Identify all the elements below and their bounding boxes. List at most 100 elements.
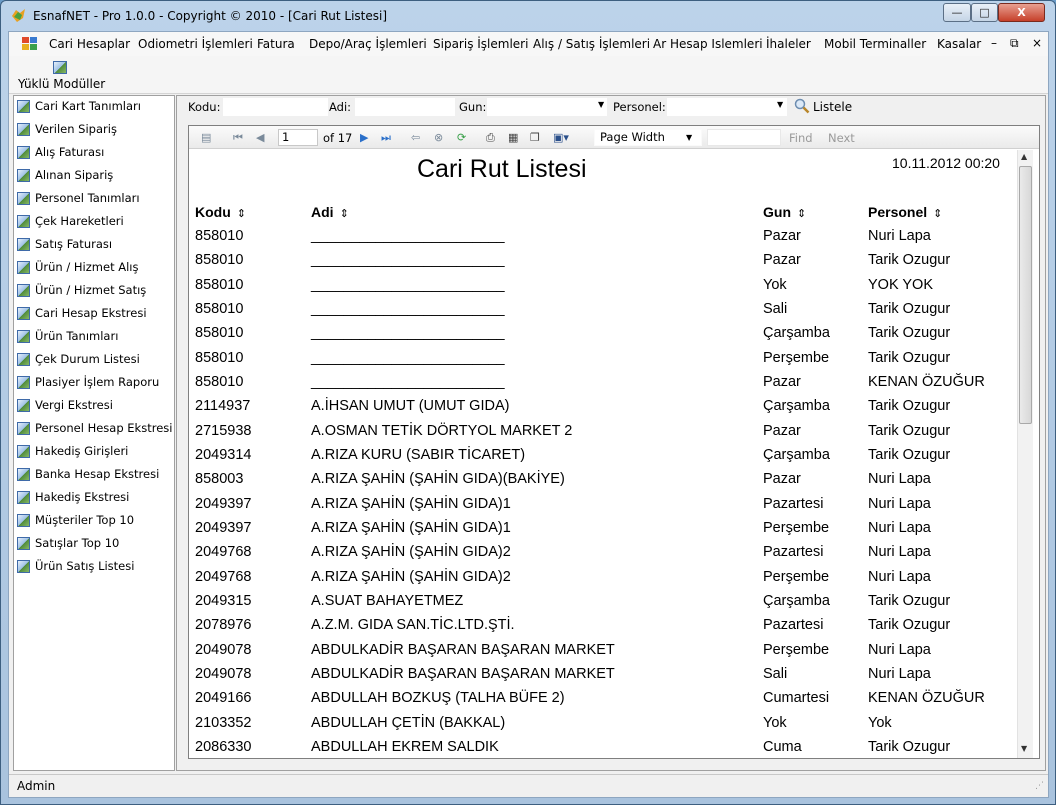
report-date: 10.11.2012 00:20: [892, 155, 1000, 171]
modules-icon[interactable]: [53, 61, 67, 74]
cell-adi: ABDULLAH BOZKUŞ (TALHA BÜFE 2): [311, 690, 565, 706]
chevron-down-icon[interactable]: ▼: [777, 100, 783, 109]
menu-siparis-islemleri[interactable]: Sipariş İşlemleri: [433, 37, 528, 51]
sidebar-item-alis-faturasi[interactable]: Alış Faturası: [14, 143, 174, 165]
sidebar-item-personel-tanimlari[interactable]: Personel Tanımları: [14, 189, 174, 211]
column-header-kodu[interactable]: Kodu ⇕: [195, 204, 246, 220]
vertical-scrollbar[interactable]: ▲ ▼: [1017, 150, 1033, 758]
column-header-adi[interactable]: Adi ⇕: [311, 204, 349, 220]
first-page-icon[interactable]: ⏮: [233, 131, 243, 145]
client-area: Cari Hesaplar Odiometri İşlemleri Fatura…: [8, 31, 1049, 798]
sidebar-item-banka-hesap-ekstresi[interactable]: Banka Hesap Ekstresi: [14, 465, 174, 487]
loaded-modules-button[interactable]: Yüklü Modüller: [18, 77, 105, 91]
cell-gun: Yok: [763, 277, 787, 293]
next-page-icon[interactable]: ▶: [360, 131, 368, 144]
chevron-down-icon[interactable]: ▼: [598, 100, 604, 109]
sidebar-item-alinan-siparis[interactable]: Alınan Sipariş: [14, 166, 174, 188]
mdi-restore-button[interactable]: ⧉: [1010, 36, 1019, 51]
menu-fatura[interactable]: Fatura: [257, 37, 295, 51]
stop-icon[interactable]: ⊗: [434, 131, 443, 144]
find-next-button[interactable]: Next: [828, 131, 855, 145]
sidebar-item-hakedis-girisleri[interactable]: Hakediş Girişleri: [14, 442, 174, 464]
close-button[interactable]: X: [998, 3, 1045, 22]
previous-page-icon[interactable]: ◀: [256, 131, 264, 144]
sort-icon[interactable]: ⇕: [237, 208, 246, 220]
table-row: 2049768 A.RIZA ŞAHİN (ŞAHİN GIDA)2 Pazarte…: [189, 544, 1016, 568]
resize-grip-icon[interactable]: ⋰: [1035, 781, 1044, 791]
menu-ihaleler[interactable]: İhaleler: [766, 37, 811, 51]
sidebar-item-cek-durum-listesi[interactable]: Çek Durum Listesi: [14, 350, 174, 372]
sidebar-item-musteriler-top-10[interactable]: Müşteriler Top 10: [14, 511, 174, 533]
sidebar-item-satislar-top-10[interactable]: Satışlar Top 10: [14, 534, 174, 556]
list-button[interactable]: Listele: [813, 100, 852, 114]
zoom-select[interactable]: Page Width ▼: [594, 129, 702, 146]
menu-odiometri-islemleri[interactable]: Odiometri İşlemleri: [138, 37, 253, 51]
sort-icon[interactable]: ⇕: [797, 208, 806, 220]
find-input[interactable]: [707, 129, 781, 146]
module-sidebar: Cari Kart Tanımları Verilen Sipariş Alış…: [13, 95, 175, 771]
column-header-gun[interactable]: Gun ⇕: [763, 204, 806, 220]
cell-gun: Sali: [763, 301, 788, 317]
page-setup-icon[interactable]: ❐: [530, 131, 540, 144]
sidebar-item-label: Ürün / Hizmet Alış: [35, 260, 139, 274]
sidebar-item-label: Plasiyer İşlem Raporu: [35, 375, 160, 389]
print-layout-icon[interactable]: ▦: [508, 131, 518, 144]
gun-select[interactable]: [487, 98, 607, 116]
cell-personel: Tarik Ozugur: [868, 252, 951, 268]
sidebar-item-cari-hesap-ekstresi[interactable]: Cari Hesap Ekstresi: [14, 304, 174, 326]
sidebar-item-verilen-siparis[interactable]: Verilen Sipariş: [14, 120, 174, 142]
sort-icon[interactable]: ⇕: [933, 208, 942, 220]
cell-kodu: 858010: [195, 374, 244, 390]
menu-cari-hesaplar[interactable]: Cari Hesaplar: [49, 37, 130, 51]
page-number-input[interactable]: 1: [278, 129, 318, 146]
scroll-down-icon[interactable]: ▼: [1021, 744, 1027, 753]
report-title: Cari Rut Listesi: [417, 155, 587, 183]
cell-adi: A.RIZA ŞAHİN (ŞAHİN GIDA)2: [311, 544, 511, 560]
sidebar-item-satis-faturasi[interactable]: Satış Faturası: [14, 235, 174, 257]
personel-select[interactable]: [667, 98, 787, 116]
kodu-input[interactable]: [223, 98, 328, 116]
scrollbar-thumb[interactable]: [1019, 166, 1032, 424]
cell-personel: Tarik Ozugur: [868, 325, 951, 341]
cell-gun: Pazar: [763, 423, 801, 439]
find-button[interactable]: Find: [789, 131, 813, 145]
app-menu-icon[interactable]: [22, 37, 38, 51]
cell-kodu: 2086330: [195, 739, 252, 755]
sidebar-item-plasiyer-islem-raporu[interactable]: Plasiyer İşlem Raporu: [14, 373, 174, 395]
sidebar-item-urun-tanimlari[interactable]: Ürün Tanımları: [14, 327, 174, 349]
minimize-button[interactable]: —: [943, 3, 971, 22]
sort-icon[interactable]: ⇕: [340, 208, 349, 220]
export-icon[interactable]: ▣▾: [553, 131, 569, 144]
sidebar-item-urun-satis-listesi[interactable]: Ürün Satış Listesi: [14, 557, 174, 579]
menu-mobil-terminaller[interactable]: Mobil Terminaller: [824, 37, 926, 51]
menu-kasalar[interactable]: Kasalar: [937, 37, 981, 51]
sidebar-item-personel-hesap-ekstresi[interactable]: Personel Hesap Ekstresi: [14, 419, 174, 441]
search-icon[interactable]: [794, 98, 810, 114]
mdi-minimize-button[interactable]: –: [991, 36, 997, 50]
sidebar-item-label: Personel Hesap Ekstresi: [35, 421, 173, 435]
document-map-icon[interactable]: ▤: [201, 131, 211, 144]
sidebar-item-label: Verilen Sipariş: [35, 122, 117, 136]
table-row: 2049768 A.RIZA ŞAHİN (ŞAHİN GIDA)2 Perşemb…: [189, 569, 1016, 593]
back-icon[interactable]: ⇦: [411, 131, 420, 144]
mdi-close-button[interactable]: ×: [1032, 36, 1042, 50]
scroll-up-icon[interactable]: ▲: [1021, 152, 1027, 161]
sidebar-item-label: Ürün Satış Listesi: [35, 559, 135, 573]
refresh-icon[interactable]: ⟳: [457, 131, 466, 144]
print-icon[interactable]: ⎙: [486, 131, 495, 145]
title-bar[interactable]: EsnafNET - Pro 1.0.0 - Copyright © 2010 …: [1, 1, 1055, 31]
adi-input[interactable]: [355, 98, 455, 116]
sidebar-item-urun-hizmet-alis[interactable]: Ürün / Hizmet Alış: [14, 258, 174, 280]
menu-ar-hesap-islemleri[interactable]: Ar Hesap Islemleri: [653, 37, 763, 51]
cell-personel: Tarik Ozugur: [868, 447, 951, 463]
sidebar-item-vergi-ekstresi[interactable]: Vergi Ekstresi: [14, 396, 174, 418]
column-header-personel[interactable]: Personel ⇕: [868, 204, 942, 220]
sidebar-item-urun-hizmet-satis[interactable]: Ürün / Hizmet Satış: [14, 281, 174, 303]
menu-depo-arac-islemleri[interactable]: Depo/Araç İşlemleri: [309, 37, 427, 51]
last-page-icon[interactable]: ⏭: [381, 131, 391, 145]
sidebar-item-cek-hareketleri[interactable]: Çek Hareketleri: [14, 212, 174, 234]
menu-alis-satis-islemleri[interactable]: Alış / Satış İşlemleri: [533, 37, 650, 51]
maximize-button[interactable]: □: [971, 3, 998, 22]
sidebar-item-cari-kart-tanimlari[interactable]: Cari Kart Tanımları: [14, 97, 174, 119]
sidebar-item-hakedis-ekstresi[interactable]: Hakediş Ekstresi: [14, 488, 174, 510]
